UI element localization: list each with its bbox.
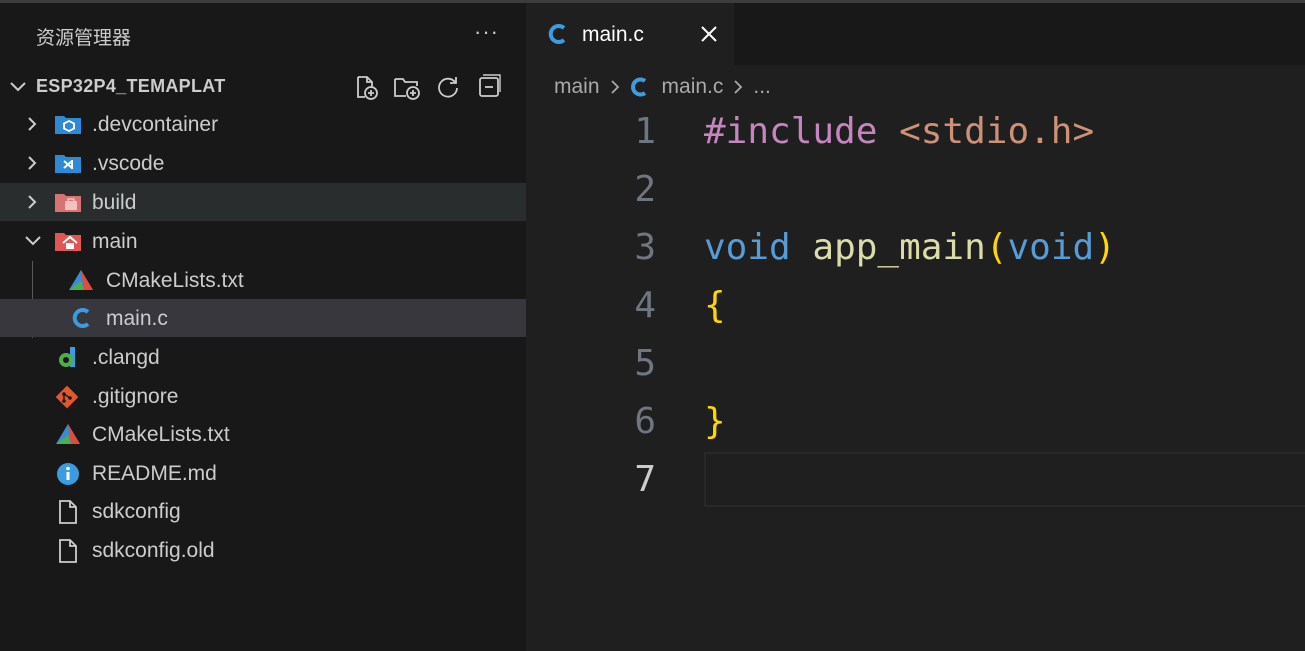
chevron-right-icon (24, 155, 40, 176)
project-section-header[interactable]: ESP32P4_TEMAPLAT (0, 67, 526, 105)
code-line: 5 (526, 335, 1305, 393)
breadcrumb-file[interactable]: main.c (662, 75, 724, 99)
paren-open: ( (985, 227, 1008, 268)
refresh-icon[interactable] (432, 73, 464, 101)
c-file-icon (548, 22, 570, 51)
tree-item-devcontainer[interactable]: .devcontainer (0, 105, 526, 143)
clangd-icon (56, 346, 84, 368)
code-line: 3 void app_main(void) (526, 219, 1305, 277)
tree-item-sdkconfig[interactable]: sdkconfig (0, 492, 526, 530)
main-folder-icon (54, 230, 82, 252)
vscode-folder-icon (54, 152, 82, 174)
c-file-icon (630, 76, 650, 98)
tree-item-label: CMakeLists.txt (92, 423, 230, 446)
tree-item-label: .devcontainer (92, 113, 219, 136)
chevron-down-icon[interactable] (8, 77, 28, 102)
editor-area: main.c main main.c ... 1 #include <stdio… (526, 3, 1305, 651)
explorer-sidebar: 资源管理器 ··· ESP32P4_TEMAPLAT .devcontainer… (0, 3, 526, 651)
tree-item-main-cmakelists[interactable]: CMakeLists.txt (0, 261, 526, 299)
c-file-icon (72, 307, 100, 329)
tree-item-gitignore[interactable]: .gitignore (0, 377, 526, 415)
code-line: 2 (526, 161, 1305, 219)
tab-bar: main.c (526, 3, 1305, 65)
tab-main-c[interactable]: main.c (526, 3, 734, 65)
chevron-right-icon (608, 79, 622, 95)
tree-item-label: .gitignore (92, 385, 179, 408)
tree-item-clangd[interactable]: .clangd (0, 338, 526, 376)
build-folder-icon (54, 191, 82, 213)
breadcrumb-folder[interactable]: main (554, 75, 600, 99)
more-actions-button[interactable]: ··· (474, 19, 499, 45)
explorer-title: 资源管理器 (36, 28, 132, 49)
line-content: void app_main(void) (704, 219, 1116, 277)
devcontainer-folder-icon (54, 113, 82, 135)
tree-item-vscode[interactable]: .vscode (0, 144, 526, 182)
tree-item-readme[interactable]: README.md (0, 454, 526, 492)
tree-item-cmakelists[interactable]: CMakeLists.txt (0, 415, 526, 453)
code-line: 4 { (526, 277, 1305, 335)
new-file-icon[interactable] (350, 73, 382, 101)
line-number: 7 (634, 459, 656, 500)
cmake-icon (68, 269, 96, 291)
tree-item-label: main (92, 230, 138, 253)
paren-close: ) (1094, 227, 1116, 268)
breadcrumb: main main.c ... (554, 73, 771, 101)
line-number: 2 (634, 169, 656, 210)
tree-item-label: .clangd (92, 346, 160, 369)
new-folder-icon[interactable] (391, 73, 423, 101)
code-line: 6 } (526, 393, 1305, 451)
chevron-right-icon (24, 194, 40, 215)
line-number: 4 (634, 285, 656, 326)
tree-item-label: README.md (92, 462, 217, 485)
tree-item-main[interactable]: main (0, 222, 526, 260)
tree-item-build[interactable]: build (0, 183, 526, 221)
brace-close: } (704, 401, 726, 442)
tree-item-label: main.c (106, 307, 168, 330)
line-number: 5 (634, 343, 656, 384)
git-icon (55, 385, 83, 409)
code-line: 7 (526, 451, 1305, 509)
line-number: 3 (634, 227, 656, 268)
project-actions (350, 73, 505, 101)
function-name: app_main (812, 227, 986, 268)
line-number: 6 (634, 401, 656, 442)
cmake-icon (55, 423, 83, 445)
project-name: ESP32P4_TEMAPLAT (36, 76, 226, 96)
explorer-header: 资源管理器 ··· (0, 3, 526, 65)
line-content: #include <stdio.h> (704, 103, 1094, 161)
chevron-right-icon (731, 79, 745, 95)
brace-open: { (704, 285, 726, 326)
tree-item-main-c[interactable]: main.c (0, 299, 526, 337)
tree-item-label: build (92, 191, 137, 214)
tree-item-label: sdkconfig.old (92, 539, 215, 562)
file-icon (58, 500, 86, 524)
tree-item-label: sdkconfig (92, 500, 181, 523)
tree-item-label: .vscode (92, 152, 165, 175)
preprocessor-directive: #include (704, 111, 878, 152)
collapse-all-icon[interactable] (473, 73, 505, 101)
line-number: 1 (634, 111, 656, 152)
file-icon (58, 539, 86, 563)
tree-item-sdkconfig-old[interactable]: sdkconfig.old (0, 531, 526, 569)
tab-label: main.c (582, 23, 644, 46)
chevron-right-icon (24, 116, 40, 137)
chevron-down-icon (24, 233, 42, 254)
close-icon[interactable] (698, 23, 720, 50)
param-type: void (1007, 227, 1095, 268)
tree-item-label: CMakeLists.txt (106, 269, 244, 292)
code-line: 1 #include <stdio.h> (526, 103, 1305, 161)
return-type: void (704, 227, 791, 268)
info-icon (56, 462, 84, 485)
header-name: <stdio.h> (899, 111, 1095, 152)
breadcrumb-ellipsis[interactable]: ... (753, 75, 771, 99)
